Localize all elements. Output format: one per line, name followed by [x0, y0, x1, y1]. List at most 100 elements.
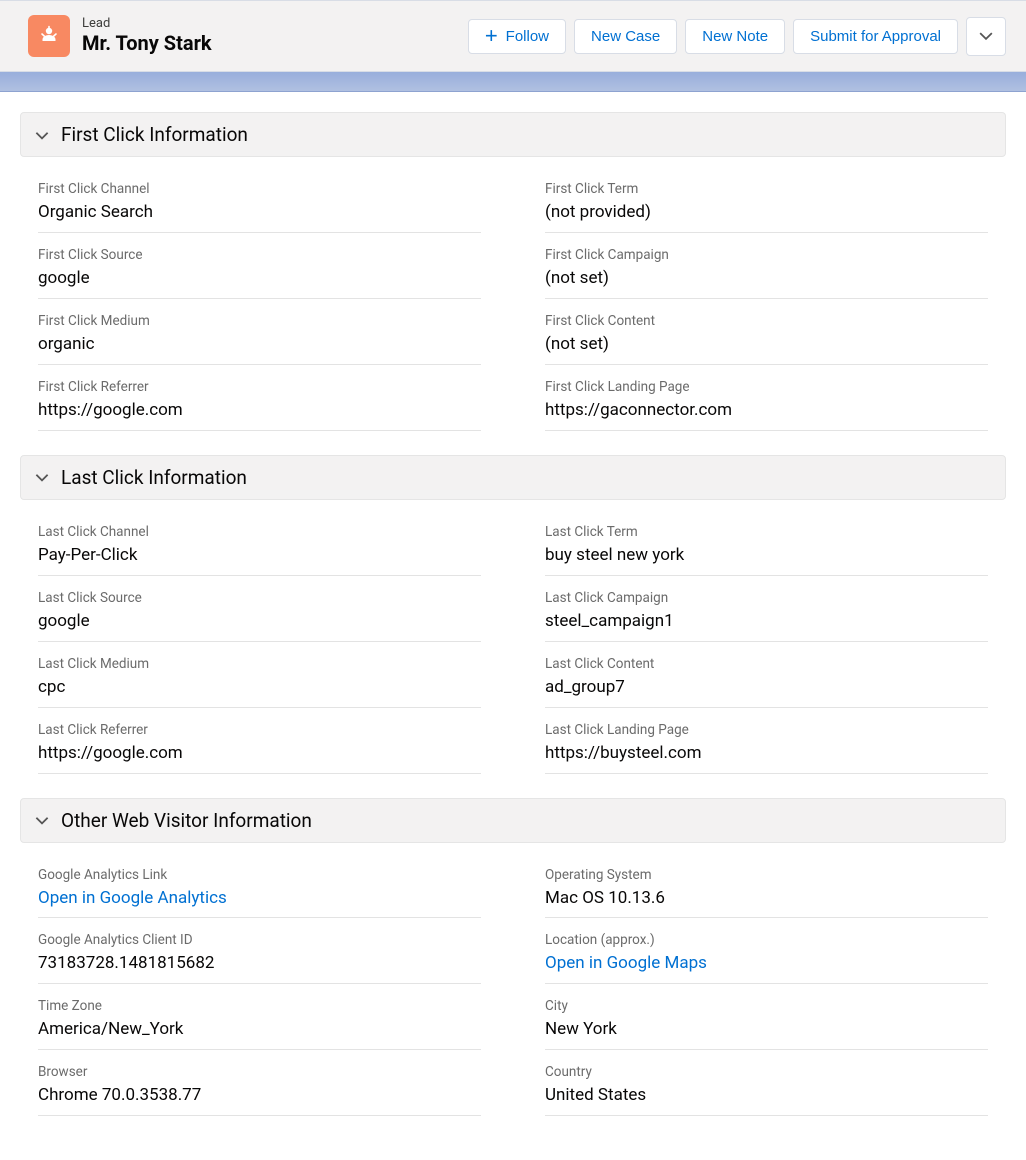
section-last-click: Last Click Information Last Click Channe… [20, 455, 1006, 782]
submit-approval-button[interactable]: Submit for Approval [793, 19, 958, 54]
field-label: Country [545, 1064, 988, 1080]
field-label: Last Click Content [545, 656, 988, 672]
section-title: Other Web Visitor Information [61, 809, 312, 832]
fields-first-click: First Click Channel Organic Search First… [20, 157, 1006, 439]
ga-analytics-link[interactable]: Open in Google Analytics [38, 887, 481, 910]
field-label: Time Zone [38, 998, 481, 1014]
new-note-button[interactable]: New Note [685, 19, 785, 54]
field-last-click-landing: Last Click Landing Page https://buysteel… [545, 716, 988, 774]
chevron-down-icon [33, 468, 51, 486]
field-label: City [545, 998, 988, 1014]
field-first-click-medium: First Click Medium organic [38, 307, 481, 365]
field-first-click-channel: First Click Channel Organic Search [38, 175, 481, 233]
google-maps-link[interactable]: Open in Google Maps [545, 952, 988, 975]
field-value: New York [545, 1018, 988, 1041]
field-label: Google Analytics Client ID [38, 932, 481, 948]
field-label: Last Click Term [545, 524, 988, 540]
field-label: Last Click Medium [38, 656, 481, 672]
field-last-click-campaign: Last Click Campaign steel_campaign1 [545, 584, 988, 642]
more-actions-button[interactable] [966, 17, 1006, 56]
section-title: Last Click Information [61, 466, 247, 489]
chevron-down-icon [33, 126, 51, 144]
field-browser: Browser Chrome 70.0.3538.77 [38, 1058, 481, 1116]
field-label: Last Click Source [38, 590, 481, 606]
fields-other: Google Analytics Link Open in Google Ana… [20, 843, 1006, 1125]
field-value: 73183728.1481815682 [38, 952, 481, 975]
section-header-first-click[interactable]: First Click Information [20, 112, 1006, 157]
field-label: First Click Channel [38, 181, 481, 197]
field-last-click-content: Last Click Content ad_group7 [545, 650, 988, 708]
field-tz: Time Zone America/New_York [38, 992, 481, 1050]
field-last-click-source: Last Click Source google [38, 584, 481, 642]
field-value: https://gaconnector.com [545, 399, 988, 422]
section-header-last-click[interactable]: Last Click Information [20, 455, 1006, 500]
new-case-button[interactable]: New Case [574, 19, 677, 54]
field-value: (not provided) [545, 201, 988, 224]
field-client-id: Google Analytics Client ID 73183728.1481… [38, 926, 481, 984]
field-value: Pay-Per-Click [38, 544, 481, 567]
field-value: America/New_York [38, 1018, 481, 1041]
field-label: First Click Campaign [545, 247, 988, 263]
field-os: Operating System Mac OS 10.13.6 [545, 861, 988, 919]
field-value: ad_group7 [545, 676, 988, 699]
follow-label: Follow [506, 28, 549, 45]
field-value: (not set) [545, 333, 988, 356]
field-label: Operating System [545, 867, 988, 883]
field-last-click-medium: Last Click Medium cpc [38, 650, 481, 708]
field-label: First Click Medium [38, 313, 481, 329]
field-label: Last Click Landing Page [545, 722, 988, 738]
follow-button[interactable]: + Follow [468, 19, 566, 54]
new-case-label: New Case [591, 28, 660, 45]
field-label: Browser [38, 1064, 481, 1080]
field-label: Location (approx.) [545, 932, 988, 948]
field-ga-link: Google Analytics Link Open in Google Ana… [38, 861, 481, 919]
field-label: First Click Term [545, 181, 988, 197]
field-first-click-landing: First Click Landing Page https://gaconne… [545, 373, 988, 431]
field-last-click-referrer: Last Click Referrer https://google.com [38, 716, 481, 774]
field-first-click-term: First Click Term (not provided) [545, 175, 988, 233]
section-first-click: First Click Information First Click Chan… [20, 112, 1006, 439]
submit-approval-label: Submit for Approval [810, 28, 941, 45]
field-value: https://buysteel.com [545, 742, 988, 765]
field-value: Mac OS 10.13.6 [545, 887, 988, 910]
object-type: Lead [82, 16, 212, 32]
field-label: Last Click Referrer [38, 722, 481, 738]
field-value: buy steel new york [545, 544, 988, 567]
section-title: First Click Information [61, 123, 248, 146]
field-label: Last Click Channel [38, 524, 481, 540]
field-last-click-term: Last Click Term buy steel new york [545, 518, 988, 576]
field-value: google [38, 610, 481, 633]
record-body: First Click Information First Click Chan… [0, 92, 1026, 1160]
field-label: First Click Content [545, 313, 988, 329]
lead-icon [28, 15, 70, 57]
field-value: organic [38, 333, 481, 356]
field-label: First Click Landing Page [545, 379, 988, 395]
chevron-down-icon [33, 811, 51, 829]
field-first-click-source: First Click Source google [38, 241, 481, 299]
field-value: https://google.com [38, 742, 481, 765]
header-actions: + Follow New Case New Note Submit for Ap… [468, 17, 1006, 56]
new-note-label: New Note [702, 28, 768, 45]
field-value: (not set) [545, 267, 988, 290]
field-value: google [38, 267, 481, 290]
header-title-block: Lead Mr. Tony Stark [82, 16, 212, 57]
section-other: Other Web Visitor Information Google Ana… [20, 798, 1006, 1125]
caret-down-icon [979, 29, 993, 43]
field-label: First Click Source [38, 247, 481, 263]
field-value: https://google.com [38, 399, 481, 422]
fields-last-click: Last Click Channel Pay-Per-Click Last Cl… [20, 500, 1006, 782]
progress-band [0, 72, 1026, 92]
field-value: steel_campaign1 [545, 610, 988, 633]
field-value: Chrome 70.0.3538.77 [38, 1084, 481, 1107]
record-header: Lead Mr. Tony Stark + Follow New Case Ne… [0, 0, 1026, 72]
field-last-click-channel: Last Click Channel Pay-Per-Click [38, 518, 481, 576]
field-label: First Click Referrer [38, 379, 481, 395]
field-location: Location (approx.) Open in Google Maps [545, 926, 988, 984]
section-header-other[interactable]: Other Web Visitor Information [20, 798, 1006, 843]
field-first-click-campaign: First Click Campaign (not set) [545, 241, 988, 299]
field-label: Google Analytics Link [38, 867, 481, 883]
field-first-click-referrer: First Click Referrer https://google.com [38, 373, 481, 431]
object-name: Mr. Tony Stark [82, 31, 212, 56]
field-first-click-content: First Click Content (not set) [545, 307, 988, 365]
field-country: Country United States [545, 1058, 988, 1116]
